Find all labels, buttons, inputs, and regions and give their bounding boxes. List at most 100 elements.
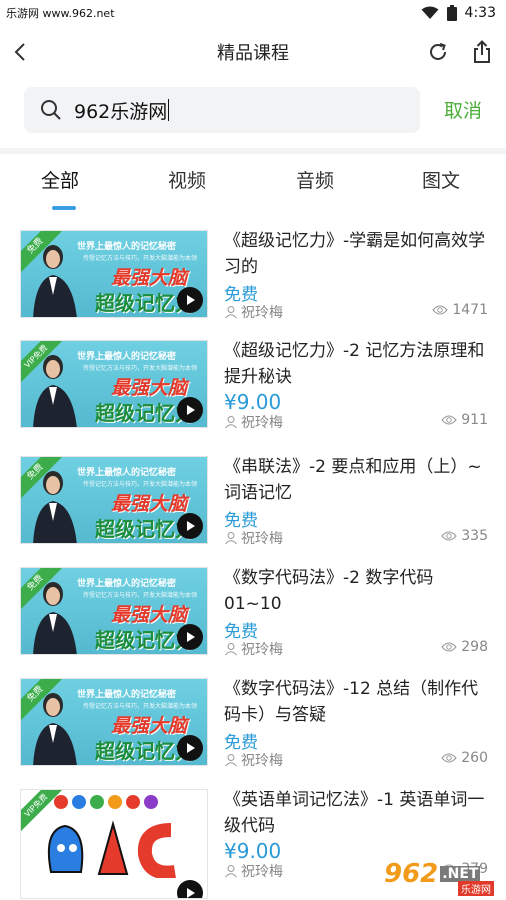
thumb-headline: 世界上最惊人的记忆秘密: [77, 352, 177, 362]
eye-icon: [441, 642, 457, 652]
author-name: 祝玲梅: [241, 415, 283, 431]
play-icon[interactable]: [177, 624, 203, 650]
course-meta: 祝玲梅 298: [224, 639, 488, 659]
back-button[interactable]: [6, 38, 34, 66]
text-caret: [168, 99, 170, 121]
course-title[interactable]: 《英语单词记忆法》-1 英语单词一级代码: [224, 787, 490, 839]
tab-article[interactable]: 图文: [422, 166, 460, 193]
status-time: 4:33: [464, 5, 496, 21]
eye-icon: [432, 305, 449, 315]
course-thumbnail[interactable]: 世界上最惊人的记忆秘密 传授记忆方法与技巧，开发大脑潜能为本领 最强大脑 超级记…: [20, 678, 208, 766]
course-title[interactable]: 《数字代码法》-12 总结（制作代码卡）与答疑: [224, 676, 490, 728]
thumb-headline: 世界上最惊人的记忆秘密: [77, 690, 177, 700]
course-thumbnail[interactable]: 世界上最惊人的记忆秘密 传授记忆方法与技巧，开发大脑潜能为本领 最强大脑 超级记…: [20, 567, 208, 655]
play-icon[interactable]: [177, 513, 203, 539]
author: 祝玲梅: [224, 302, 283, 322]
course-title[interactable]: 《超级记忆力》-学霸是如何高效学习的: [224, 228, 490, 280]
play-icon[interactable]: [177, 287, 203, 313]
thumb-subline: 传授记忆方法与技巧，开发大脑潜能为本领: [83, 255, 198, 262]
thumb-big-title: 最强大脑: [111, 604, 188, 626]
course-title[interactable]: 《超级记忆力》-2 记忆方法原理和提升秘诀: [224, 338, 490, 390]
view-count: 298: [441, 639, 488, 655]
course-meta: 祝玲梅 911: [224, 412, 488, 432]
course-item[interactable]: 世界上最惊人的记忆秘密 传授记忆方法与技巧，开发大脑潜能为本领 最强大脑 超级记…: [0, 444, 506, 554]
thumb-headline: 世界上最惊人的记忆秘密: [77, 242, 177, 252]
status-site-text: 乐游网 www.962.net: [6, 7, 115, 20]
play-icon[interactable]: [177, 735, 203, 761]
author: 祝玲梅: [224, 861, 283, 881]
play-icon[interactable]: [177, 397, 203, 423]
thumb-big-title: 最强大脑: [111, 267, 188, 289]
course-info: 《数字代码法》-2 数字代码01~10 免费: [224, 565, 490, 642]
search-icon: [41, 100, 61, 120]
refresh-button[interactable]: [424, 38, 452, 66]
nav-bar: 精品课程: [0, 26, 506, 78]
course-thumbnail[interactable]: VIP免费: [20, 789, 208, 899]
wifi-icon: [421, 6, 439, 20]
course-info: 《串联法》-2 要点和应用（上）~词语记忆 免费: [224, 454, 490, 531]
course-info: 《超级记忆力》-学霸是如何高效学习的 免费: [224, 228, 490, 305]
play-icon[interactable]: [177, 880, 203, 898]
eye-icon: [441, 415, 457, 425]
tab-all[interactable]: 全部: [41, 166, 79, 193]
user-icon: [225, 416, 237, 429]
author: 祝玲梅: [224, 412, 283, 432]
course-info: 《数字代码法》-12 总结（制作代码卡）与答疑 免费: [224, 676, 490, 753]
chevron-left-icon: [14, 43, 25, 61]
tab-video[interactable]: 视频: [168, 166, 206, 193]
thumb-subline: 传授记忆方法与技巧，开发大脑潜能为本领: [83, 592, 198, 599]
course-meta: 祝玲梅 1471: [224, 302, 488, 322]
user-icon: [225, 306, 237, 319]
thumb-big-title: 最强大脑: [111, 377, 188, 399]
user-icon: [225, 532, 237, 545]
course-title[interactable]: 《数字代码法》-2 数字代码01~10: [224, 565, 490, 617]
user-icon: [225, 754, 237, 767]
thumb-headline: 世界上最惊人的记忆秘密: [77, 468, 177, 478]
view-count: 260: [441, 750, 488, 766]
search-row: 962乐游网 取消: [0, 78, 506, 148]
tab-indicator: [52, 206, 76, 210]
author: 祝玲梅: [224, 750, 283, 770]
watermark-sub: 乐游网: [458, 881, 494, 896]
course-item[interactable]: 世界上最惊人的记忆秘密 传授记忆方法与技巧，开发大脑潜能为本领 最强大脑 超级记…: [0, 666, 506, 776]
view-count: 911: [441, 412, 488, 428]
course-info: 《英语单词记忆法》-1 英语单词一级代码 ¥9.00: [224, 787, 490, 863]
share-button[interactable]: [468, 38, 496, 66]
course-title[interactable]: 《串联法》-2 要点和应用（上）~词语记忆: [224, 454, 490, 506]
course-item[interactable]: 世界上最惊人的记忆秘密 传授记忆方法与技巧，开发大脑潜能为本领 最强大脑 超级记…: [0, 328, 506, 438]
status-bar: 乐游网 www.962.net 4:33: [0, 0, 506, 26]
watermark-logo: 962 .NET 乐游网: [384, 854, 502, 896]
view-count-value: 1471: [452, 302, 488, 318]
course-thumbnail[interactable]: 世界上最惊人的记忆秘密 传授记忆方法与技巧，开发大脑潜能为本领 最强大脑 超级记…: [20, 230, 208, 318]
abc-letters-image: [21, 790, 207, 878]
view-count: 335: [441, 528, 488, 544]
course-price: ¥9.00: [224, 390, 282, 414]
author-name: 祝玲梅: [241, 531, 283, 547]
thumb-headline: 世界上最惊人的记忆秘密: [77, 579, 177, 589]
watermark-number: 962: [384, 859, 439, 889]
watermark-net: .NET: [440, 866, 481, 882]
status-right: 4:33: [421, 5, 496, 21]
battery-icon: [446, 5, 457, 21]
view-count-value: 335: [461, 528, 488, 544]
author-name: 祝玲梅: [241, 305, 283, 321]
course-thumbnail[interactable]: 世界上最惊人的记忆秘密 传授记忆方法与技巧，开发大脑潜能为本领 最强大脑 超级记…: [20, 456, 208, 544]
course-info: 《超级记忆力》-2 记忆方法原理和提升秘诀 ¥9.00: [224, 338, 490, 414]
course-item[interactable]: 世界上最惊人的记忆秘密 传授记忆方法与技巧，开发大脑潜能为本领 最强大脑 超级记…: [0, 218, 506, 328]
eye-icon: [441, 531, 457, 541]
course-thumbnail[interactable]: 世界上最惊人的记忆秘密 传授记忆方法与技巧，开发大脑潜能为本领 最强大脑 超级记…: [20, 340, 208, 428]
view-count-value: 260: [461, 750, 488, 766]
search-value: 962乐游网: [74, 100, 168, 123]
thumb-big-title: 最强大脑: [111, 715, 188, 737]
view-count-value: 298: [461, 639, 488, 655]
cancel-button[interactable]: 取消: [444, 96, 482, 123]
user-icon: [225, 865, 237, 878]
author: 祝玲梅: [224, 528, 283, 548]
thumb-subline: 传授记忆方法与技巧，开发大脑潜能为本领: [83, 481, 198, 488]
course-item[interactable]: 世界上最惊人的记忆秘密 传授记忆方法与技巧，开发大脑潜能为本领 最强大脑 超级记…: [0, 555, 506, 665]
author-name: 祝玲梅: [241, 642, 283, 658]
tab-audio[interactable]: 音频: [296, 166, 334, 193]
search-input[interactable]: 962乐游网: [24, 87, 420, 133]
author-name: 祝玲梅: [241, 864, 283, 880]
view-count-value: 911: [461, 412, 488, 428]
